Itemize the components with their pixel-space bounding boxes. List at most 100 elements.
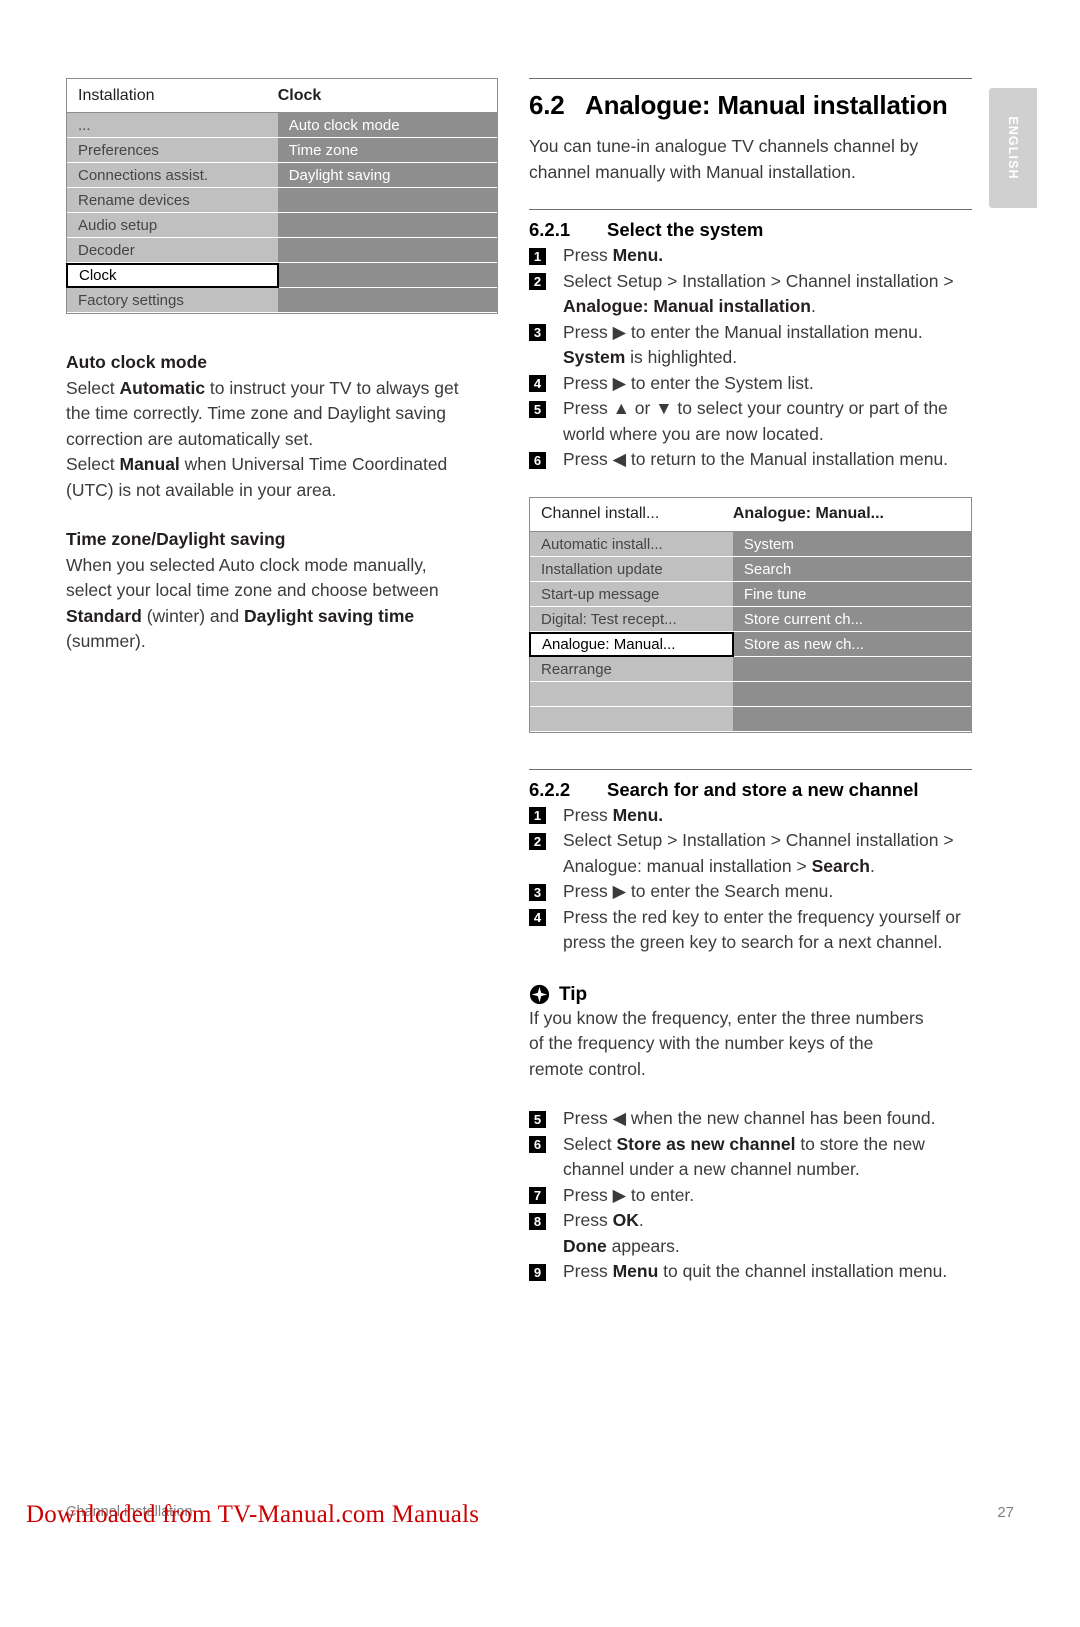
text-line: of the frequency with the number keys of…: [529, 1033, 874, 1053]
subsection-2-steps-first: 1 Press Menu. 2 Select Setup > Installation…: [529, 803, 972, 956]
menu-item[interactable]: Time zone: [277, 138, 497, 163]
menu-item[interactable]: Factory settings: [67, 288, 278, 313]
subsection-1-steps: 1 Press Menu. 2 Select Setup > Installation…: [529, 243, 972, 473]
step-number: 6: [529, 451, 546, 469]
step-text: Press ▶ to enter the Search menu.: [563, 881, 834, 901]
menu-item[interactable]: System: [732, 531, 971, 557]
menu2-header-right: Analogue: Manual...: [732, 505, 884, 522]
step-number: 9: [529, 1263, 546, 1281]
menu-item[interactable]: [732, 706, 971, 732]
menu-item[interactable]: Preferences: [67, 138, 278, 163]
menu2-right-pane: System Search Fine tune Store current ch...…: [732, 531, 971, 732]
auto-clock-mode-block: Auto clock mode Select Automatic to inst…: [66, 350, 498, 503]
subsection-2-number: 6.2.2: [529, 778, 571, 800]
step-number: 6: [529, 1136, 546, 1153]
text-line: If you know the frequency, enter the thr…: [529, 1007, 924, 1028]
text-line: correction are automatically set.: [66, 428, 314, 449]
text-line: (summer).: [66, 631, 146, 651]
menu-item[interactable]: Auto clock mode: [277, 113, 497, 138]
left-column: Installation Clock ... Preferences Connect…: [66, 78, 498, 655]
menu2-panes: Automatic install... Installation update S…: [529, 531, 971, 732]
step-item: 4 Press the red key to enter the frequenc…: [529, 905, 972, 956]
menu-item[interactable]: Start-up message: [530, 581, 733, 607]
channel-install-menu-screenshot: Channel install... Analogue: Manual... A…: [529, 496, 972, 733]
menu-item[interactable]: Decoder: [67, 238, 278, 263]
step-item: 3 Press ▶ to enter the Search menu.: [529, 879, 972, 905]
menu-item[interactable]: Daylight saving: [277, 163, 497, 188]
step-text: Press the red key to enter the frequency…: [563, 906, 961, 953]
step-extra-line: Done appears.: [563, 1235, 680, 1256]
menu2-header: Channel install... Analogue: Manual...: [530, 497, 971, 532]
time-zone-heading: Time zone/Daylight saving: [66, 529, 286, 549]
tip-text: If you know the frequency, enter the thr…: [529, 1006, 972, 1083]
subsection-1-number: 6.2.1: [529, 219, 571, 240]
menu-item[interactable]: ...: [67, 113, 278, 138]
watermark-text: Downloaded from TV-Manual.com Manuals: [26, 1501, 480, 1528]
subsection-1-rule: [529, 209, 972, 210]
menu-item[interactable]: Rearrange: [530, 656, 733, 682]
menu-item-selected[interactable]: Analogue: Manual...: [529, 631, 734, 657]
tip-star-icon: [529, 984, 550, 1005]
step-text: Select Setup > Installation > Channel in…: [563, 830, 954, 876]
step-text: Press ▶ to enter.: [563, 1184, 695, 1205]
step-text: Press OK. Done appears.: [563, 1210, 680, 1256]
auto-clock-mode-heading: Auto clock mode: [66, 352, 207, 372]
menu2-header-left: Channel install...: [541, 505, 660, 522]
menu-item[interactable]: Store as new ch...: [732, 631, 971, 657]
menu-item[interactable]: Installation update: [530, 556, 733, 582]
step-item: 2 Select Setup > Installation > Channel i…: [529, 269, 972, 320]
subsection-1-heading: 6.2.1 Select the system: [529, 219, 972, 241]
menu-item[interactable]: [277, 188, 497, 213]
step-number: 8: [529, 1212, 546, 1230]
menu-item[interactable]: [277, 213, 497, 238]
menu-header-right: Clock: [277, 86, 322, 104]
step-number: 5: [529, 1110, 546, 1128]
menu-item[interactable]: Audio setup: [67, 213, 278, 238]
step-number: 5: [529, 400, 546, 418]
text-line: Standard (winter) and Daylight saving ti…: [66, 605, 415, 626]
subsection-2-heading: 6.2.2 Search for and store a new channel: [529, 779, 972, 801]
text-line: (UTC) is not available in your area.: [66, 479, 337, 500]
step-text: Press ◀ to return to the Manual installa…: [563, 449, 949, 469]
step-item: 7 Press ▶ to enter.: [529, 1183, 972, 1209]
menu-item[interactable]: [732, 681, 971, 707]
menu-item[interactable]: Fine tune: [732, 581, 971, 607]
step-number: 1: [529, 247, 546, 265]
text-line: select your local time zone and choose b…: [66, 580, 439, 600]
step-number: 3: [529, 883, 546, 901]
step-text: Select Store as new channel to store the…: [563, 1133, 925, 1180]
menu-item[interactable]: Rename devices: [67, 188, 278, 213]
step-item: 2 Select Setup > Installation > Channel i…: [529, 828, 972, 879]
section-heading: 6.2 Analogue: Manual installation: [529, 90, 972, 121]
menu-left-pane: ... Preferences Connections assist. Rename …: [66, 113, 279, 313]
subsection-2-rule: [529, 768, 972, 770]
time-zone-block: Time zone/Daylight saving When you selec…: [66, 527, 498, 655]
language-tab-label: ENGLISH: [1006, 116, 1020, 180]
menu-item[interactable]: Store current ch...: [732, 606, 971, 632]
menu-item[interactable]: Search: [732, 556, 971, 582]
subsection-1-title: Select the system: [607, 219, 764, 240]
menu-item[interactable]: Connections assist.: [67, 163, 278, 188]
step-number: 7: [529, 1187, 546, 1204]
menu-item[interactable]: [530, 706, 733, 732]
right-column: 6.2 Analogue: Manual installation You can…: [529, 78, 972, 1285]
step-number: 2: [529, 832, 546, 850]
clock-menu-screenshot: Installation Clock ... Preferences Connect…: [66, 78, 498, 314]
text-line: You can tune-in analogue TV channels cha…: [529, 136, 919, 156]
step-text: Press ▶ to enter the System list.: [563, 372, 814, 393]
menu-header-left: Installation: [78, 86, 155, 104]
menu-item[interactable]: [277, 288, 497, 313]
step-text: Press ◀ when the new channel has been fo…: [563, 1108, 936, 1128]
time-zone-text: When you selected Auto clock mode manual…: [66, 553, 498, 655]
menu-item[interactable]: Digital: Test recept...: [530, 606, 733, 632]
menu-item[interactable]: [732, 656, 971, 682]
section-number: 6.2: [529, 90, 565, 120]
manual-page: ENGLISH Installation Clock ... Preference…: [0, 0, 1080, 1627]
menu-item[interactable]: [530, 681, 733, 707]
menu-item[interactable]: Automatic install...: [530, 531, 733, 557]
menu-item-selected[interactable]: Clock: [66, 263, 279, 288]
menu-item[interactable]: [277, 238, 497, 263]
menu-item[interactable]: [277, 263, 497, 288]
auto-clock-mode-text: Select Automatic to instruct your TV to …: [66, 376, 498, 504]
text-line: Select Automatic to instruct your TV to …: [66, 377, 459, 398]
